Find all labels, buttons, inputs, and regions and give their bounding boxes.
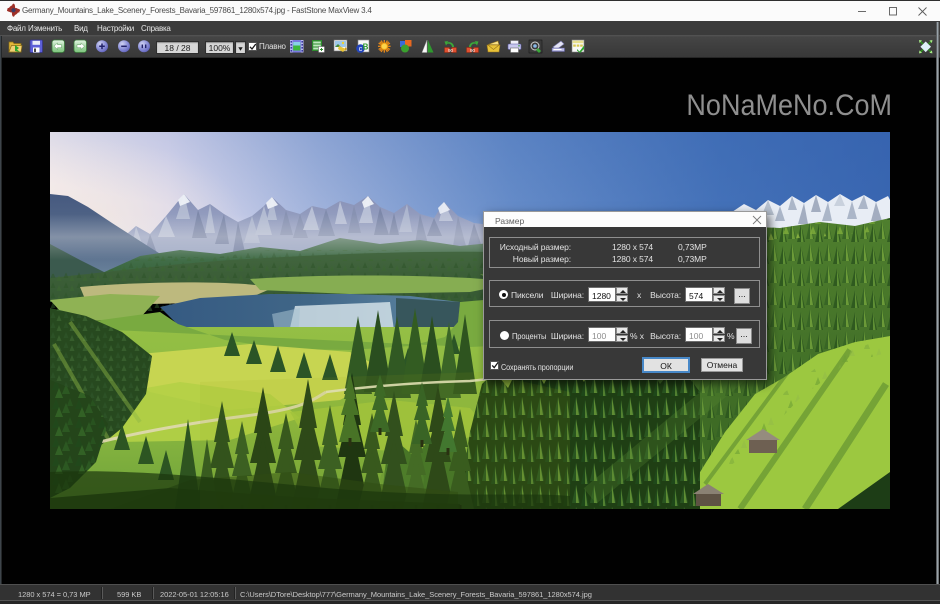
svg-text:90: 90	[470, 48, 476, 53]
svg-text:B: B	[363, 43, 369, 52]
svg-text:90: 90	[448, 48, 454, 53]
